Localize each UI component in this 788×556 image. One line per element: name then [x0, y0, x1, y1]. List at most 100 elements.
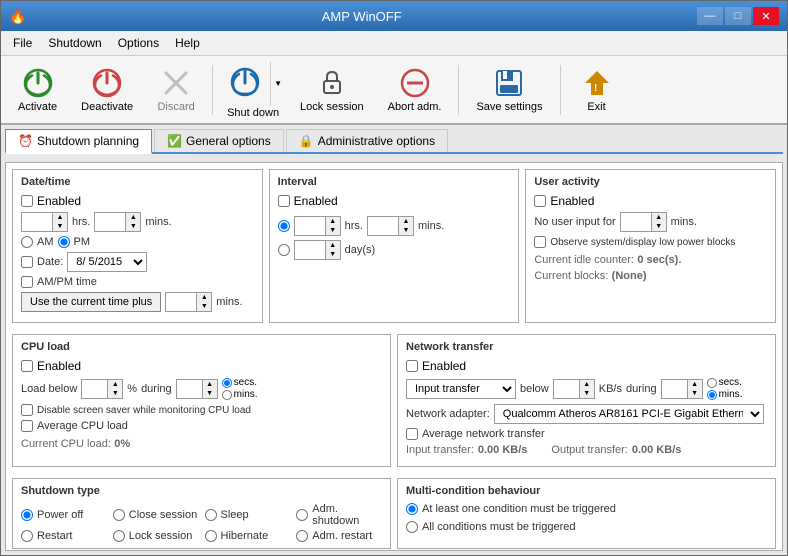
interval-minutes-down[interactable]: ▼ [399, 226, 413, 235]
restart-radio[interactable] [21, 530, 33, 542]
cpu-enabled-checkbox[interactable] [21, 360, 33, 372]
shutdown-button[interactable] [220, 61, 270, 106]
menu-shutdown[interactable]: Shutdown [40, 33, 109, 53]
close-session-radio[interactable] [113, 509, 125, 521]
adapter-label: Network adapter: [406, 408, 490, 420]
load-below-up[interactable]: ▲ [108, 380, 122, 389]
interval-days-radio[interactable] [278, 244, 290, 256]
interval-hours-spinbox[interactable]: 0 ▲ ▼ [294, 216, 341, 236]
exit-button[interactable]: ! Exit [567, 62, 627, 118]
net-mins-label: mins. [719, 389, 743, 400]
net-below-input[interactable]: 3 [554, 380, 579, 398]
no-user-input-up[interactable]: ▲ [652, 213, 666, 222]
disable-screensaver-checkbox[interactable] [21, 404, 33, 416]
interval-hours-down[interactable]: ▼ [326, 226, 340, 235]
interval-days-spinbox[interactable]: 1 ▲ ▼ [294, 240, 341, 260]
during-down[interactable]: ▼ [203, 389, 217, 398]
interval-days-input[interactable]: 1 [295, 241, 325, 259]
plus-mins-up[interactable]: ▲ [197, 293, 211, 302]
deactivate-button[interactable]: Deactivate [70, 62, 144, 118]
during-input[interactable]: 10 [177, 380, 202, 398]
minutes-spinbox[interactable]: 00 ▲ ▼ [94, 212, 141, 232]
ampm-time-checkbox[interactable] [21, 276, 33, 288]
hours-spinbox[interactable]: 12 ▲ ▼ [21, 212, 68, 232]
save-settings-button[interactable]: Save settings [465, 62, 553, 118]
hours-input[interactable]: 12 [22, 213, 52, 231]
adm-shutdown-radio[interactable] [296, 509, 308, 521]
current-time-button[interactable]: Use the current time plus [21, 292, 161, 312]
cpu-mins-radio[interactable] [222, 390, 232, 400]
interval-enabled-checkbox[interactable] [278, 195, 290, 207]
no-user-input-input[interactable]: 5 [621, 213, 651, 231]
net-during-spinbox[interactable]: 5 ▲ ▼ [661, 379, 703, 399]
net-mins-radio[interactable] [707, 390, 717, 400]
network-enabled-checkbox[interactable] [406, 360, 418, 372]
observe-checkbox[interactable] [534, 236, 546, 248]
hibernate-radio[interactable] [205, 530, 217, 542]
during-spinbox[interactable]: 10 ▲ ▼ [176, 379, 218, 399]
hours-down[interactable]: ▼ [53, 222, 67, 231]
hours-up[interactable]: ▲ [53, 213, 67, 222]
plus-mins-spinbox[interactable]: 30 ▲ ▼ [165, 292, 212, 312]
minimize-button[interactable]: — [697, 7, 723, 25]
adapter-select[interactable]: Qualcomm Atheros AR8161 PCI-E Gigabit Et… [494, 404, 764, 424]
net-during-down[interactable]: ▼ [688, 389, 702, 398]
abort-adm-button[interactable]: Abort adm. [377, 62, 453, 118]
user-activity-enabled-checkbox[interactable] [534, 195, 546, 207]
interval-days-down[interactable]: ▼ [326, 250, 340, 259]
tab-admin-options[interactable]: 🔒 Administrative options [286, 129, 448, 152]
net-below-spinbox[interactable]: 3 ▲ ▼ [553, 379, 595, 399]
shutdown-dropdown-arrow[interactable]: ▼ [270, 61, 286, 106]
menu-help[interactable]: Help [167, 33, 208, 53]
date-checkbox[interactable] [21, 256, 33, 268]
interval-hrs-radio[interactable] [278, 220, 290, 232]
at-least-one-radio[interactable] [406, 503, 418, 515]
no-user-input-spinbox[interactable]: 5 ▲ ▼ [620, 212, 667, 232]
during-up[interactable]: ▲ [203, 380, 217, 389]
am-radio[interactable] [21, 236, 33, 248]
interval-minutes-input[interactable]: 15 [368, 217, 398, 235]
tab-general-options[interactable]: ✅ General options [154, 129, 284, 152]
load-below-down[interactable]: ▼ [108, 389, 122, 398]
menu-file[interactable]: File [5, 33, 40, 53]
adm-restart-radio[interactable] [296, 530, 308, 542]
load-below-spinbox[interactable]: 1 ▲ ▼ [81, 379, 123, 399]
tab-shutdown-planning[interactable]: ⏰ Shutdown planning [5, 129, 152, 154]
interval-minutes-spinbox[interactable]: 15 ▲ ▼ [367, 216, 414, 236]
lock-session-type-radio[interactable] [113, 530, 125, 542]
discard-button[interactable]: Discard [146, 62, 206, 118]
datetime-enabled-checkbox[interactable] [21, 195, 33, 207]
cpu-secs-radio[interactable] [222, 378, 232, 388]
all-conditions-radio[interactable] [406, 521, 418, 533]
sleep-radio[interactable] [205, 509, 217, 521]
avg-network-checkbox[interactable] [406, 428, 418, 440]
close-button[interactable]: ✕ [753, 7, 779, 25]
lock-session-button[interactable]: Lock session [289, 62, 375, 118]
pm-radio[interactable] [58, 236, 70, 248]
net-during-input[interactable]: 5 [662, 380, 687, 398]
interval-days-up[interactable]: ▲ [326, 241, 340, 250]
load-below-input[interactable]: 1 [82, 380, 107, 398]
menu-options[interactable]: Options [110, 33, 167, 53]
toolbar-sep-2 [458, 65, 459, 115]
transfer-type-select[interactable]: Input transfer Output transfer Both [406, 379, 516, 399]
interval-hours-up[interactable]: ▲ [326, 217, 340, 226]
net-during-up[interactable]: ▲ [688, 380, 702, 389]
interval-minutes-up[interactable]: ▲ [399, 217, 413, 226]
power-off-radio[interactable] [21, 509, 33, 521]
bottom-panels-row: Shutdown type Power off Close session [12, 478, 776, 549]
net-secs-radio[interactable] [707, 378, 717, 388]
date-select[interactable]: 8/ 5/2015 [67, 252, 147, 272]
minutes-down[interactable]: ▼ [126, 222, 140, 231]
net-below-up[interactable]: ▲ [580, 380, 594, 389]
avg-cpu-checkbox[interactable] [21, 420, 33, 432]
interval-hours-input[interactable]: 0 [295, 217, 325, 235]
minutes-up[interactable]: ▲ [126, 213, 140, 222]
maximize-button[interactable]: □ [725, 7, 751, 25]
net-below-down[interactable]: ▼ [580, 389, 594, 398]
no-user-input-down[interactable]: ▼ [652, 222, 666, 231]
activate-button[interactable]: Activate [7, 62, 68, 118]
plus-mins-input[interactable]: 30 [166, 293, 196, 311]
minutes-input[interactable]: 00 [95, 213, 125, 231]
plus-mins-down[interactable]: ▼ [197, 302, 211, 311]
